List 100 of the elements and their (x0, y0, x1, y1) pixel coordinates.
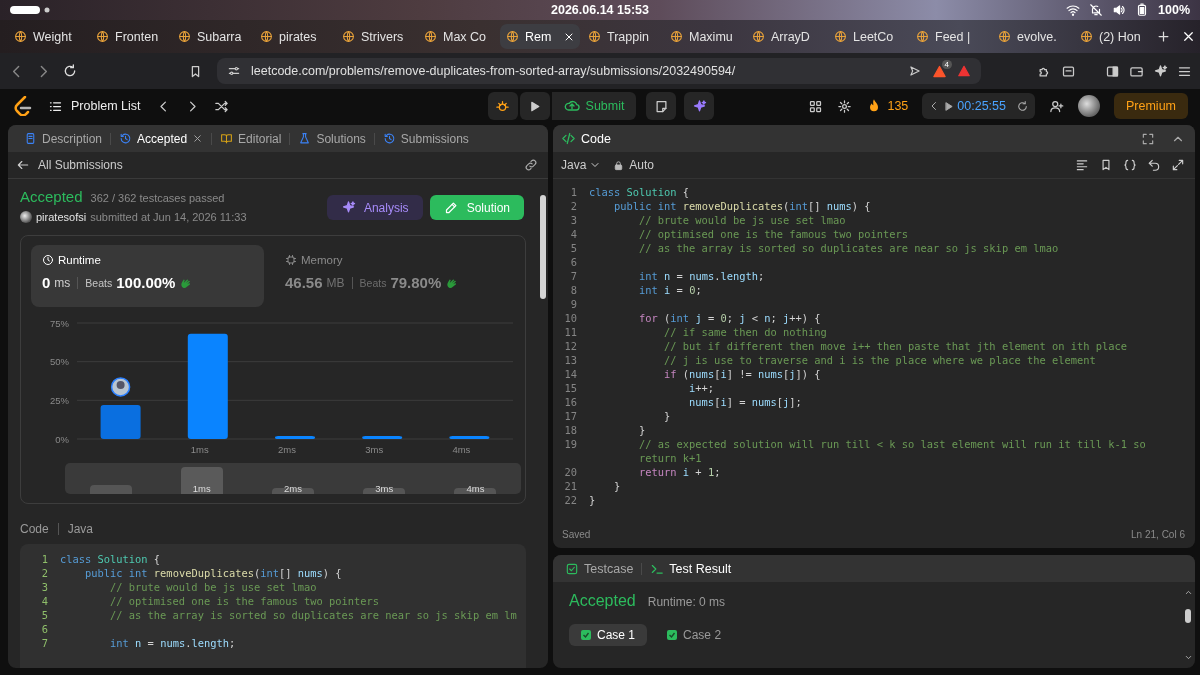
shuffle-icon[interactable] (214, 98, 230, 114)
browser-tab[interactable]: Max Co (418, 24, 498, 49)
scroll-down-icon[interactable] (1183, 653, 1193, 662)
line-number: 16 (563, 395, 577, 409)
notification-badge: 4 (941, 59, 952, 69)
premium-button[interactable]: Premium (1114, 93, 1188, 119)
panel-tab[interactable]: Description (16, 125, 111, 152)
panel-tab[interactable]: Submissions (374, 125, 477, 152)
browser-tab[interactable]: Maximu (664, 24, 744, 49)
assistant-button[interactable] (684, 92, 715, 120)
bell-off-icon[interactable] (1089, 3, 1104, 17)
code-line: // but if different then move i++ then paste that jth element on ith place (663, 339, 1128, 353)
code-line: // optimised one is the famous two pointers (638, 227, 910, 241)
new-tab-icon[interactable] (1156, 29, 1171, 44)
browser-tab[interactable]: ArrayD (746, 24, 826, 49)
triangle-icon[interactable] (957, 64, 971, 78)
browser-tab[interactable]: Weight (8, 24, 88, 49)
code-line: int i = 0; (638, 283, 703, 297)
line-number: 21 (563, 479, 577, 493)
workspace-indicator[interactable] (10, 6, 50, 14)
play-icon (943, 100, 955, 112)
case-tab[interactable]: Case 1 (569, 624, 648, 646)
site-icon (424, 30, 437, 43)
browser-tab[interactable]: Subarra (172, 24, 252, 49)
bar[interactable] (362, 436, 403, 439)
browser-tab[interactable]: pirates (254, 24, 334, 49)
line-number: 3 (40, 580, 48, 594)
note-button[interactable] (646, 92, 677, 120)
panel-title: Code (581, 131, 611, 146)
panel-tab[interactable]: Solutions (290, 125, 374, 152)
check-icon (581, 630, 591, 640)
site-icon (96, 30, 109, 43)
username[interactable]: piratesofsi (36, 211, 87, 223)
sidebar-icon[interactable] (1105, 63, 1120, 79)
panel-tab[interactable]: Testcase (561, 555, 638, 582)
braces-icon[interactable] (1123, 158, 1137, 172)
language-dropdown[interactable]: Java (561, 158, 602, 172)
bookmark-icon[interactable] (1099, 158, 1113, 172)
site-settings-icon[interactable] (227, 64, 241, 78)
battery-level: 100% (1158, 3, 1190, 17)
line-number: 1 (569, 185, 577, 199)
wifi-icon[interactable] (1066, 3, 1081, 17)
expand-icon[interactable] (1171, 158, 1185, 172)
metric-card[interactable]: Runtime 0 ms Beats 100.00% (31, 245, 264, 307)
back-arrow-icon (16, 158, 30, 172)
browser-tab[interactable]: (2) Hon (1074, 24, 1154, 49)
run-button[interactable] (519, 92, 550, 120)
browser-tab[interactable]: Feed | (910, 24, 990, 49)
document-icon (24, 132, 37, 145)
code-line: return i + 1; (638, 465, 722, 479)
browser-tab[interactable]: Rem (500, 24, 580, 49)
browser-tab[interactable]: LeetCo (828, 24, 908, 49)
browser-tab[interactable]: Fronten (90, 24, 170, 49)
shield-icon[interactable] (932, 63, 947, 79)
panel-tab[interactable]: Test Result (646, 555, 736, 582)
browser-tab[interactable]: Strivers (336, 24, 416, 49)
site-icon (670, 30, 683, 43)
close-window-icon[interactable] (1181, 29, 1196, 44)
line-number: 5 (40, 608, 48, 622)
panel-tab[interactable]: Editorial (212, 125, 290, 152)
fullscreen-icon[interactable] (1141, 131, 1155, 146)
browser-tab[interactable]: evolve. (992, 24, 1072, 49)
avatar[interactable] (1078, 95, 1100, 117)
range-navigator[interactable]: 1ms 2ms 3ms 4ms (65, 463, 521, 494)
address-field[interactable]: leetcode.com/problems/remove-duplicates-from-sorted-array/submissions/2032490594/ 4 (217, 58, 981, 84)
undo-icon[interactable] (1147, 158, 1161, 172)
timer[interactable]: 00:25:55 (922, 93, 1035, 119)
line-number: 7 (569, 269, 577, 283)
metric-value: 0 (42, 274, 51, 291)
axis-label: 3ms (365, 444, 384, 455)
panel-tab[interactable]: Accepted (111, 125, 212, 152)
scroll-up-icon[interactable] (1183, 588, 1193, 597)
settings-icon[interactable] (837, 98, 853, 114)
line-number: 5 (569, 241, 577, 255)
link-icon[interactable] (524, 158, 538, 172)
reload-icon[interactable] (62, 63, 78, 79)
close-icon[interactable] (192, 133, 204, 144)
analysis-button[interactable]: Analysis (326, 195, 423, 220)
case-tab[interactable]: Case 2 (655, 624, 734, 646)
screenshot-icon[interactable] (1061, 63, 1076, 79)
bar[interactable] (187, 333, 228, 439)
site-icon (916, 30, 929, 43)
bar[interactable] (449, 436, 490, 439)
metric-card[interactable]: Memory 46.56 MB Beats 79.80% (274, 245, 507, 307)
bar[interactable] (100, 404, 141, 439)
debug-button[interactable] (487, 92, 518, 120)
layout-icon[interactable] (808, 98, 824, 114)
scrollbar-thumb[interactable] (1185, 609, 1191, 623)
browser-tab[interactable]: Trappin (582, 24, 662, 49)
problem-list-button[interactable]: Problem List (42, 97, 147, 115)
sparkle-icon[interactable] (1153, 63, 1168, 79)
format-icon[interactable] (1075, 158, 1089, 172)
logo-icon[interactable] (14, 96, 32, 116)
all-submissions-link[interactable]: All Submissions (16, 158, 123, 172)
submit-button[interactable]: Submit (551, 92, 637, 120)
volume-icon[interactable] (1112, 3, 1127, 17)
scrollbar-thumb[interactable] (540, 195, 546, 299)
mini-bar (180, 466, 223, 494)
share-icon[interactable] (908, 64, 922, 78)
add-user-icon[interactable] (1049, 98, 1064, 114)
